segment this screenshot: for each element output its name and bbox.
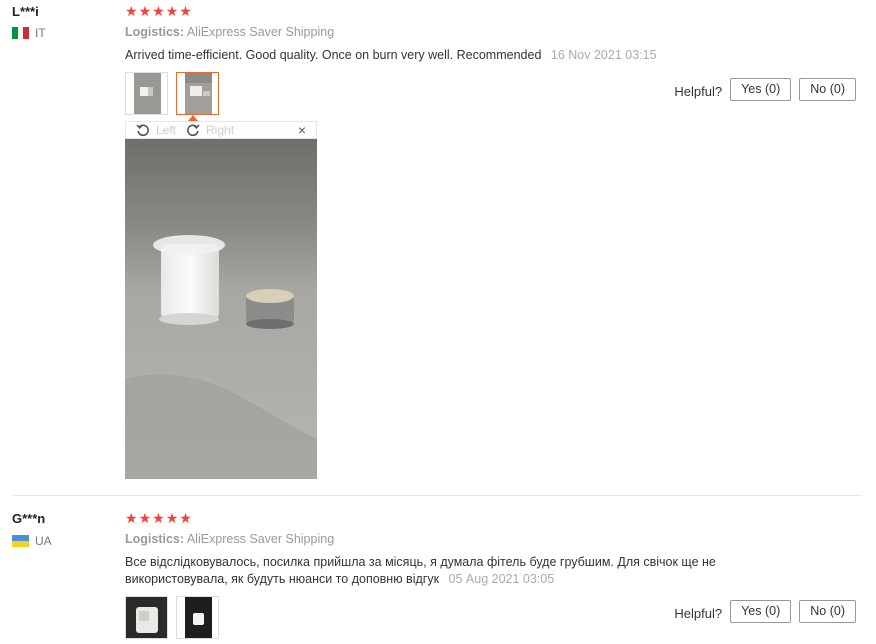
logistics-value: AliExpress Saver Shipping xyxy=(186,25,335,39)
helpful-label: Helpful? xyxy=(674,83,723,99)
review-body-line: використовувала, як будуть нюанси то доп… xyxy=(125,572,440,586)
reviewer-name: L***i xyxy=(12,4,39,19)
logistics-label: Logistics: xyxy=(125,532,185,546)
review-photo-thumb[interactable] xyxy=(125,596,168,639)
review-divider xyxy=(12,495,862,496)
helpful-votes: Helpful? Yes (0) No (0) xyxy=(674,600,856,623)
review-photos xyxy=(125,596,716,639)
star-icon: ★ xyxy=(125,510,138,526)
review-date: 05 Aug 2021 03:05 xyxy=(448,572,555,586)
review-photos xyxy=(125,72,657,115)
helpful-yes-button[interactable]: Yes (0) xyxy=(730,600,792,623)
reviewer-country: UA xyxy=(12,534,52,548)
rotate-right-label: Right xyxy=(206,123,235,137)
star-icon: ★ xyxy=(165,510,179,526)
reviewer-country: IT xyxy=(12,26,46,40)
review-content: ★ ★ ★ ★ ★ Logistics: AliExpress Saver Sh… xyxy=(125,4,657,115)
star-rating: ★ ★ ★ ★ ★ xyxy=(125,511,716,525)
star-icon: ★ xyxy=(125,3,138,19)
photo-viewer: Left Right × xyxy=(125,115,317,479)
star-rating: ★ ★ ★ ★ ★ xyxy=(125,4,657,18)
helpful-no-button[interactable]: No (0) xyxy=(799,78,856,101)
viewer-toolbar: Left Right × xyxy=(125,121,317,139)
review-content: ★ ★ ★ ★ ★ Logistics: AliExpress Saver Sh… xyxy=(125,511,716,639)
helpful-votes: Helpful? Yes (0) No (0) xyxy=(674,78,856,101)
logistics-info: Logistics: AliExpress Saver Shipping xyxy=(125,532,716,546)
review-photo-thumb-selected[interactable] xyxy=(176,72,219,115)
helpful-no-button[interactable]: No (0) xyxy=(799,600,856,623)
helpful-label: Helpful? xyxy=(674,605,723,621)
star-icon: ★ xyxy=(165,3,179,19)
star-icon: ★ xyxy=(152,3,165,19)
review-body: Arrived time-efficient. Good quality. On… xyxy=(125,48,542,62)
helpful-yes-button[interactable]: Yes (0) xyxy=(730,78,792,101)
star-icon: ★ xyxy=(179,3,192,19)
logistics-label: Logistics: xyxy=(125,25,185,39)
country-code: IT xyxy=(35,26,46,40)
star-icon: ★ xyxy=(138,510,152,526)
review-photo-thumb[interactable] xyxy=(125,72,168,115)
country-code: UA xyxy=(35,534,52,548)
rotate-left-label: Left xyxy=(156,123,177,137)
flag-it-icon xyxy=(12,27,30,39)
review-text: Все відслідковувалось, посилка прийшла з… xyxy=(125,554,716,588)
review-body-line: Все відслідковувалось, посилка прийшла з… xyxy=(125,555,716,569)
rotate-left-icon xyxy=(136,124,149,137)
rotate-right-icon xyxy=(187,124,200,137)
rotate-right-button[interactable]: Right xyxy=(186,123,234,137)
review-date: 16 Nov 2021 03:15 xyxy=(550,48,657,62)
logistics-value: AliExpress Saver Shipping xyxy=(186,532,335,546)
star-icon: ★ xyxy=(152,510,165,526)
flag-ua-icon xyxy=(12,535,29,547)
review-text: Arrived time-efficient. Good quality. On… xyxy=(125,47,657,64)
reviewer-name: G***n xyxy=(12,511,46,526)
logistics-info: Logistics: AliExpress Saver Shipping xyxy=(125,25,657,39)
star-icon: ★ xyxy=(138,3,152,19)
star-icon: ★ xyxy=(179,510,192,526)
close-icon[interactable]: × xyxy=(298,122,306,138)
review-photo-thumb[interactable] xyxy=(176,596,219,639)
photo-viewer-image xyxy=(125,139,317,479)
rotate-left-button[interactable]: Left xyxy=(136,123,176,137)
